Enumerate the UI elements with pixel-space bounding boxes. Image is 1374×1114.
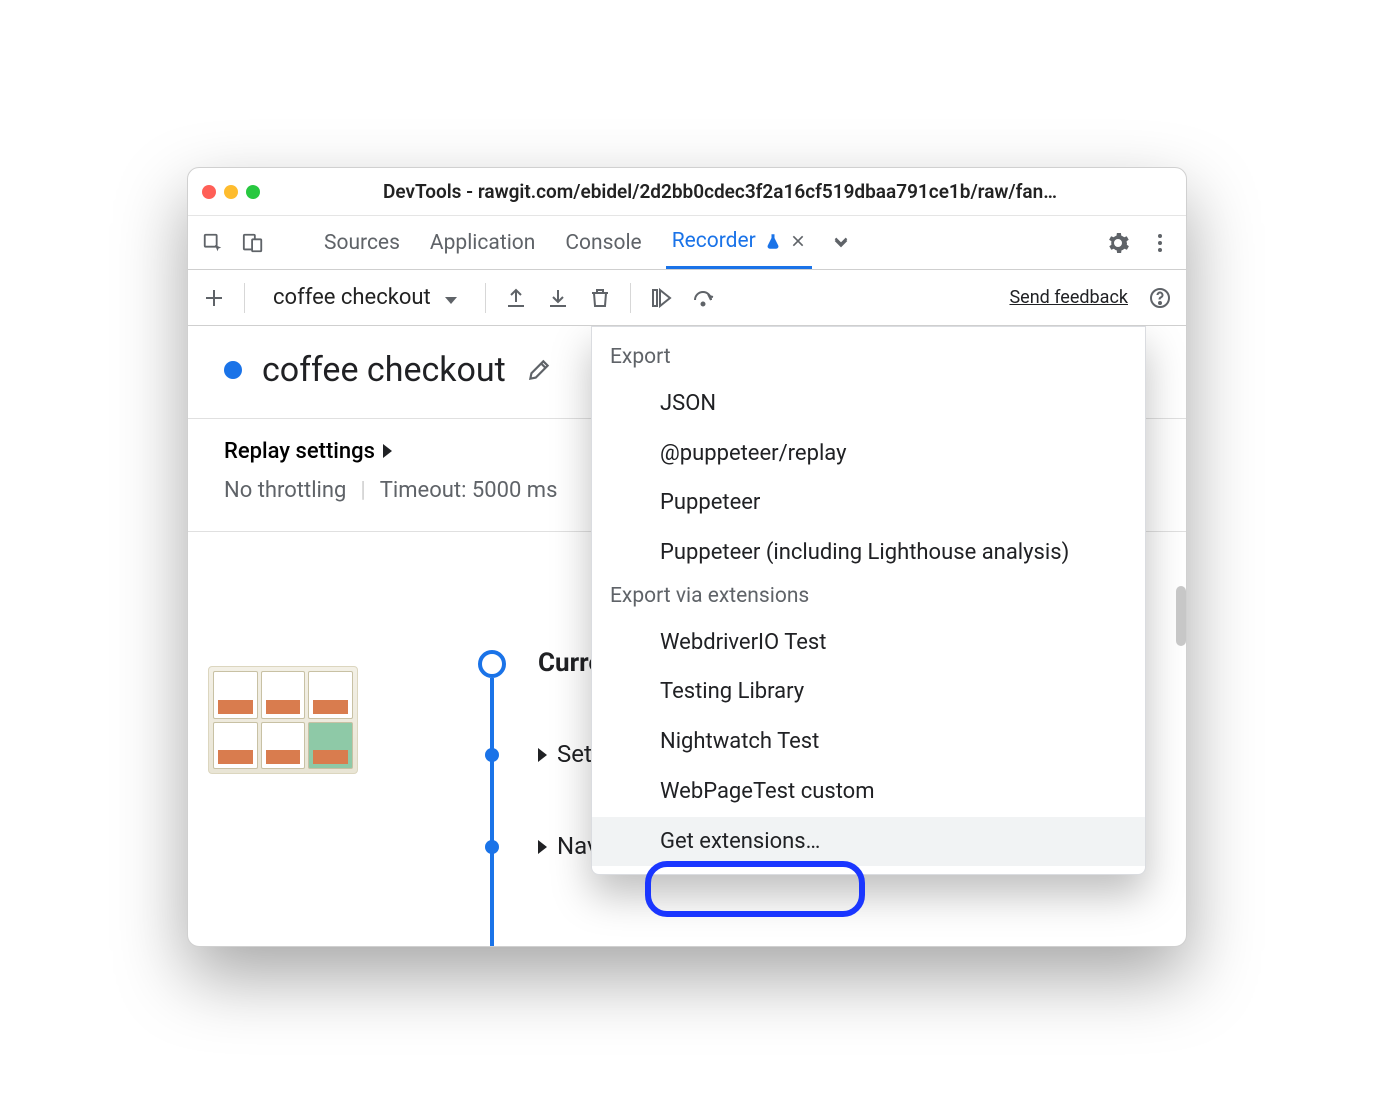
kebab-menu-icon[interactable]	[1148, 231, 1172, 255]
tab-console[interactable]: Console	[559, 216, 647, 269]
separator	[244, 283, 245, 313]
flask-icon	[764, 232, 782, 250]
replay-icon[interactable]	[649, 286, 673, 310]
recording-title: coffee checkout	[262, 350, 506, 390]
import-icon[interactable]	[546, 286, 570, 310]
export-puppeteer[interactable]: Puppeteer	[592, 478, 1145, 528]
chevron-right-icon	[538, 832, 547, 860]
more-tabs-icon[interactable]	[830, 232, 852, 254]
export-section-label: Export	[592, 339, 1145, 379]
devtools-tabs: Sources Application Console Recorder	[188, 216, 1186, 270]
timeline-bullet-icon	[485, 748, 499, 762]
send-feedback-link[interactable]: Send feedback	[1009, 287, 1128, 308]
recording-selector-label: coffee checkout	[273, 285, 431, 310]
tab-sources[interactable]: Sources	[318, 216, 406, 269]
close-tab-icon[interactable]	[790, 233, 806, 249]
settings-icon[interactable]	[1106, 231, 1130, 255]
export-webpagetest[interactable]: WebPageTest custom	[592, 767, 1145, 817]
devtools-window: DevTools - rawgit.com/ebidel/2d2bb0cdec3…	[187, 167, 1187, 947]
window-title: DevTools - rawgit.com/ebidel/2d2bb0cdec3…	[268, 180, 1172, 203]
export-testing-library[interactable]: Testing Library	[592, 667, 1145, 717]
timeline-line	[490, 678, 494, 946]
help-icon[interactable]	[1148, 286, 1172, 310]
timeout-value: Timeout: 5000 ms	[380, 478, 558, 503]
export-extensions-section-label: Export via extensions	[592, 578, 1145, 618]
export-dropdown: Export JSON @puppeteer/replay Puppeteer …	[591, 326, 1146, 875]
step-over-icon[interactable]	[691, 286, 715, 310]
export-json[interactable]: JSON	[592, 379, 1145, 429]
close-icon[interactable]	[202, 185, 216, 199]
chevron-right-icon	[538, 740, 547, 768]
chevron-right-icon	[383, 439, 392, 464]
tab-application[interactable]: Application	[424, 216, 541, 269]
zoom-icon[interactable]	[246, 185, 260, 199]
recorder-content: coffee checkout Replay settings No throt…	[188, 326, 1186, 946]
chevron-down-icon	[445, 285, 457, 310]
timeline-bullet-icon	[485, 840, 499, 854]
separator	[485, 283, 486, 313]
replay-settings-label: Replay settings	[224, 439, 375, 464]
throttling-value: No throttling	[224, 478, 346, 503]
edit-icon[interactable]	[526, 357, 552, 383]
export-icon[interactable]	[504, 286, 528, 310]
titlebar: DevTools - rawgit.com/ebidel/2d2bb0cdec3…	[188, 168, 1186, 216]
timeline-start-icon	[478, 650, 506, 678]
recording-selector[interactable]: coffee checkout	[263, 285, 467, 310]
scrollbar[interactable]	[1176, 586, 1186, 646]
export-webdriverio[interactable]: WebdriverIO Test	[592, 618, 1145, 668]
tab-recorder-label: Recorder	[672, 229, 756, 253]
inspect-icon[interactable]	[202, 232, 224, 254]
export-puppeteer-lighthouse[interactable]: Puppeteer (including Lighthouse analysis…	[592, 528, 1145, 578]
delete-icon[interactable]	[588, 286, 612, 310]
get-extensions[interactable]: Get extensions…	[592, 817, 1145, 867]
export-nightwatch[interactable]: Nightwatch Test	[592, 717, 1145, 767]
minimize-icon[interactable]	[224, 185, 238, 199]
recorder-toolbar: coffee checkout Send feedback	[188, 270, 1186, 326]
export-puppeteer-replay[interactable]: @puppeteer/replay	[592, 429, 1145, 479]
page-thumbnail	[208, 666, 358, 774]
add-recording-icon[interactable]	[202, 286, 226, 310]
tab-recorder[interactable]: Recorder	[666, 216, 812, 269]
record-dot-icon	[224, 361, 242, 379]
separator	[630, 283, 631, 313]
device-toggle-icon[interactable]	[242, 232, 264, 254]
